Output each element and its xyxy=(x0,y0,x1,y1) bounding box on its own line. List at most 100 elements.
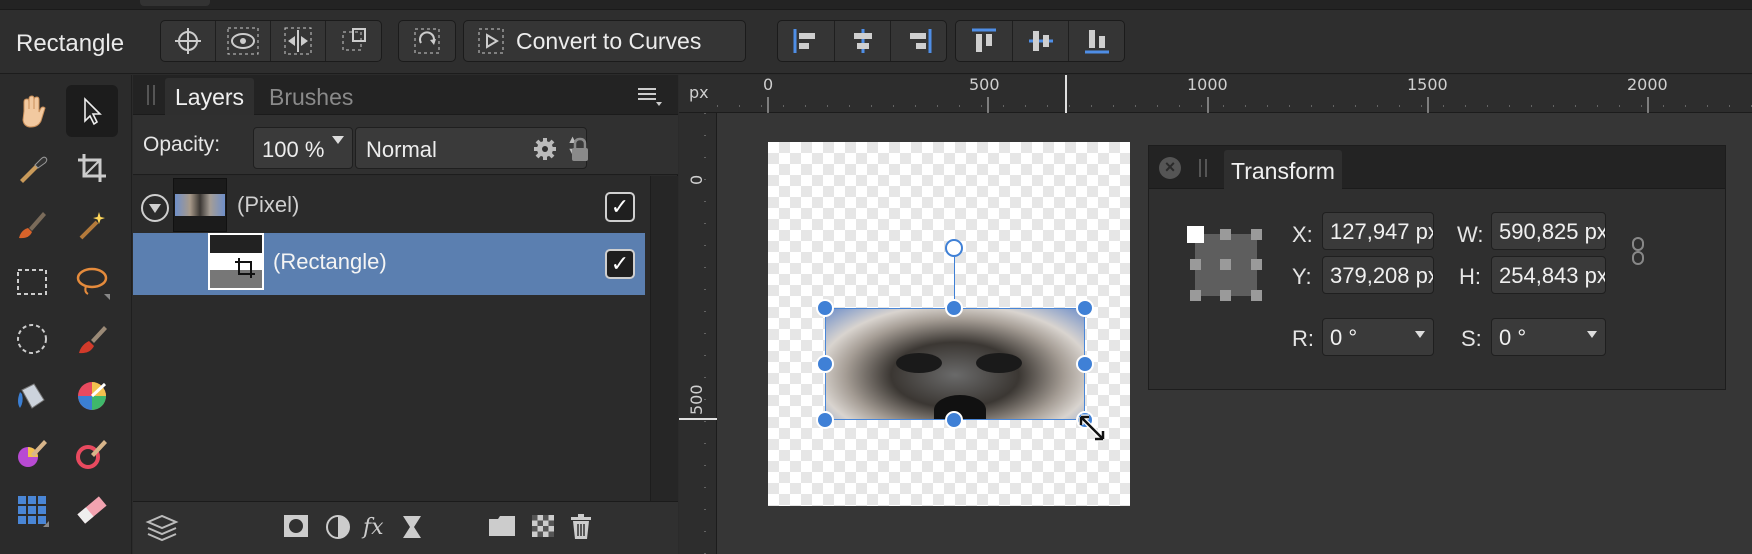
anchor-top-right[interactable] xyxy=(1251,229,1262,240)
layer-list-scrollbar[interactable] xyxy=(650,176,678,501)
tab-transform[interactable]: Transform xyxy=(1224,150,1342,190)
horizontal-ruler[interactable]: px 0 500 1000 1500 2000 xyxy=(679,75,1752,113)
align-top-button[interactable] xyxy=(956,21,1013,61)
rectangular-marquee-icon xyxy=(17,269,47,295)
rectangle-image-layer[interactable] xyxy=(825,308,1085,420)
flip-button[interactable] xyxy=(271,21,326,61)
anchor-bottom-left[interactable] xyxy=(1190,290,1201,301)
transform-origin-button[interactable] xyxy=(326,21,381,61)
collapse-toggle-icon[interactable] xyxy=(141,194,169,222)
align-right-button[interactable] xyxy=(891,21,946,61)
link-proportions-icon[interactable] xyxy=(1631,236,1645,266)
resize-handle-bottom-left[interactable] xyxy=(816,411,834,429)
resize-handle-right[interactable] xyxy=(1076,355,1094,373)
live-filter-icon[interactable] xyxy=(401,514,423,540)
visibility-checkbox[interactable]: ✓ xyxy=(605,192,635,222)
anchor-bottom-right[interactable] xyxy=(1251,290,1262,301)
close-icon[interactable]: × xyxy=(1159,157,1181,179)
rotation-handle[interactable] xyxy=(945,239,963,257)
color-picker-tool[interactable] xyxy=(6,142,58,194)
anchor-center[interactable] xyxy=(1220,259,1231,270)
rotate-icon xyxy=(414,28,440,54)
anchor-bottom[interactable] xyxy=(1220,290,1231,301)
opacity-row: Opacity: 100 % Normal ▲▼ xyxy=(133,115,678,175)
transform-options-group xyxy=(160,20,382,62)
align-left-button[interactable] xyxy=(778,21,835,61)
rotate-group xyxy=(398,20,456,62)
opacity-label: Opacity: xyxy=(143,133,221,156)
blend-mode-value: Normal xyxy=(366,137,437,162)
show-handles-button[interactable] xyxy=(216,21,271,61)
crosshair-button[interactable] xyxy=(161,21,216,61)
move-tool[interactable] xyxy=(66,85,118,137)
x-field[interactable]: 127,947 px xyxy=(1322,212,1434,250)
eraser-tool-icon xyxy=(77,496,107,524)
anchor-right[interactable] xyxy=(1251,259,1262,270)
elliptical-marquee-tool[interactable] xyxy=(6,313,58,365)
lock-icon[interactable] xyxy=(570,137,590,163)
pixel-grid-icon xyxy=(18,496,49,527)
vertical-align-group xyxy=(955,20,1125,62)
tab-brushes[interactable]: Brushes xyxy=(259,78,363,115)
visibility-checkbox[interactable]: ✓ xyxy=(605,249,635,279)
rotation-select[interactable]: 0 ° xyxy=(1322,318,1434,356)
resize-handle-top[interactable] xyxy=(945,299,963,317)
s-label: S: xyxy=(1461,326,1482,351)
layer-row-rectangle[interactable]: (Rectangle) ✓ xyxy=(133,233,645,295)
anchor-top-left[interactable] xyxy=(1187,226,1204,243)
color-brush-tool[interactable] xyxy=(6,427,58,479)
eraser-tool[interactable] xyxy=(66,484,118,536)
align-middle-button[interactable] xyxy=(1013,21,1069,61)
transform-panel: × Transform X: 127,947 px W: 590,825 px … xyxy=(1148,145,1726,390)
flip-horizontal-icon xyxy=(284,27,312,55)
document-canvas[interactable] xyxy=(768,142,1130,506)
shear-select[interactable]: 0 ° xyxy=(1491,318,1606,356)
move-tool-icon xyxy=(84,97,102,126)
color-wheel-tool[interactable] xyxy=(66,370,118,422)
flood-fill-tool[interactable] xyxy=(6,370,58,422)
trash-icon[interactable] xyxy=(570,514,592,540)
convert-to-curves-button[interactable]: Convert to Curves xyxy=(464,21,745,61)
resize-handle-left[interactable] xyxy=(816,355,834,373)
pixel-layer-icon[interactable] xyxy=(531,514,555,538)
anchor-left[interactable] xyxy=(1190,259,1201,270)
paint-brush-tool[interactable] xyxy=(6,199,58,251)
opacity-dropdown-icon[interactable] xyxy=(331,135,345,145)
layer-row-pixel[interactable]: (Pixel) ✓ xyxy=(133,176,645,238)
anchor-top[interactable] xyxy=(1220,229,1231,240)
h-field[interactable]: 254,843 px xyxy=(1491,256,1606,294)
fx-icon[interactable]: fx xyxy=(361,514,391,540)
crop-badge-icon xyxy=(235,258,255,278)
crop-tool[interactable] xyxy=(66,142,118,194)
hand-tool[interactable] xyxy=(6,85,58,137)
y-field[interactable]: 379,208 px xyxy=(1322,256,1434,294)
ruler-unit: px xyxy=(689,83,709,102)
gear-icon[interactable] xyxy=(533,137,557,161)
w-field[interactable]: 590,825 px xyxy=(1491,212,1606,250)
mask-layer-icon[interactable] xyxy=(283,514,309,538)
adjustment-icon[interactable] xyxy=(325,514,351,540)
color-replace-tool[interactable] xyxy=(66,427,118,479)
opacity-field[interactable]: 100 % xyxy=(253,127,353,169)
rectangular-marquee-tool[interactable] xyxy=(6,256,58,308)
anchor-point-selector[interactable] xyxy=(1187,226,1265,304)
vertical-ruler[interactable]: 0 500 xyxy=(679,113,717,554)
brush-tool[interactable] xyxy=(66,313,118,365)
align-center-button[interactable] xyxy=(835,21,891,61)
folder-icon[interactable] xyxy=(488,514,516,538)
panel-menu-button[interactable] xyxy=(636,85,664,112)
align-middle-icon xyxy=(1028,31,1053,51)
panel-grip[interactable] xyxy=(1199,159,1207,177)
magic-wand-tool[interactable] xyxy=(66,199,118,251)
pixel-grid-tool[interactable] xyxy=(6,484,58,536)
resize-handle-top-right[interactable] xyxy=(1076,299,1094,317)
resize-handle-top-left[interactable] xyxy=(816,299,834,317)
resize-handle-bottom[interactable] xyxy=(945,411,963,429)
window-tab[interactable] xyxy=(140,0,210,6)
freehand-selection-tool[interactable] xyxy=(66,256,118,308)
tab-layers[interactable]: Layers xyxy=(165,78,255,115)
layer-stack-icon[interactable] xyxy=(145,512,179,544)
panel-grip[interactable] xyxy=(147,85,155,105)
rotate-button[interactable] xyxy=(399,21,455,61)
align-bottom-button[interactable] xyxy=(1069,21,1124,61)
